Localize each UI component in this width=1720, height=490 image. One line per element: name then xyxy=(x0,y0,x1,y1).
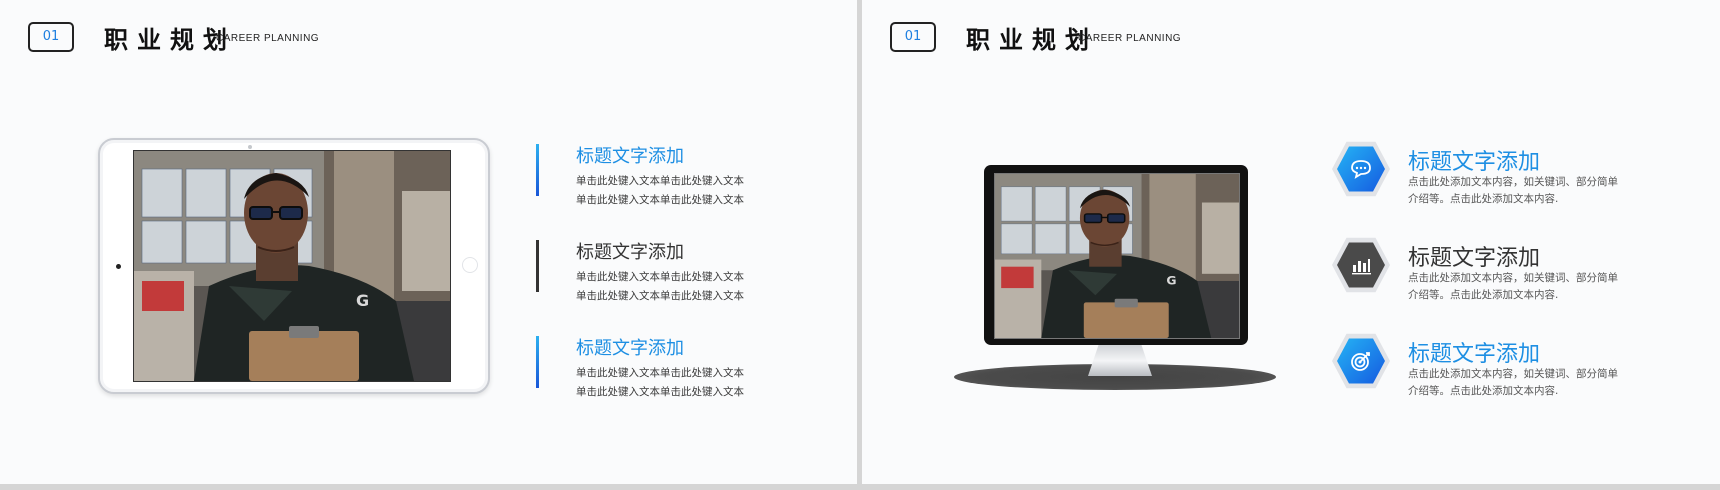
slide-right: 01 职业规划 CAREER PLANNING G 标题文字添加 点击此处添加文… xyxy=(862,0,1720,484)
monitor-frame: G xyxy=(984,165,1248,345)
tablet-home-button xyxy=(462,257,478,273)
left-item-title: 标题文字添加 xyxy=(576,338,684,359)
right-item-title: 标题文字添加 xyxy=(1408,246,1541,271)
section-badge: 01 xyxy=(890,22,936,52)
body-line: 单击此处键入文本单击此处键入文本 xyxy=(576,194,744,206)
body-line: 点击此处添加文本内容，如关键词、部分简单 xyxy=(1408,368,1618,380)
tablet-frame: G xyxy=(98,138,490,394)
left-item-body: 单击此处键入文本单击此处键入文本 单击此处键入文本单击此处键入文本 xyxy=(576,364,776,402)
body-line: 介绍等。点击此处添加文本内容. xyxy=(1408,193,1559,205)
bar-chart-icon xyxy=(1332,237,1390,293)
photo-man-clipboard[interactable]: G xyxy=(134,151,450,381)
accent-bar xyxy=(536,336,539,388)
right-item-body: 点击此处添加文本内容，如关键词、部分简单 介绍等。点击此处添加文本内容. xyxy=(1408,174,1638,208)
tablet-camera-dot xyxy=(248,145,252,149)
section-badge: 01 xyxy=(28,22,74,52)
page-subtitle: CAREER PLANNING xyxy=(1078,33,1182,44)
body-line: 介绍等。点击此处添加文本内容. xyxy=(1408,385,1559,397)
monitor-stand xyxy=(1088,342,1152,376)
body-line: 单击此处键入文本单击此处键入文本 xyxy=(576,367,744,379)
left-item-title: 标题文字添加 xyxy=(576,146,684,167)
accent-bar xyxy=(536,240,539,292)
target-icon xyxy=(1332,333,1390,389)
right-item-body: 点击此处添加文本内容，如关键词、部分简单 介绍等。点击此处添加文本内容. xyxy=(1408,270,1638,304)
body-line: 单击此处键入文本单击此处键入文本 xyxy=(576,175,744,187)
jersey-logo: G xyxy=(1166,274,1176,287)
slide-left: 01 职业规划 CAREER PLANNING G 标题文字添加 单击此处键入文… xyxy=(0,0,857,484)
right-item-title: 标题文字添加 xyxy=(1408,342,1541,367)
monitor-screen: G xyxy=(994,173,1240,339)
chat-bubble-icon xyxy=(1332,141,1390,197)
jersey-logo: G xyxy=(356,291,369,310)
body-line: 介绍等。点击此处添加文本内容. xyxy=(1408,289,1559,301)
accent-bar xyxy=(536,144,539,196)
left-item-body: 单击此处键入文本单击此处键入文本 单击此处键入文本单击此处键入文本 xyxy=(576,268,776,306)
body-line: 点击此处添加文本内容，如关键词、部分简单 xyxy=(1408,272,1618,284)
tablet-screen: G xyxy=(133,150,451,382)
right-item-title: 标题文字添加 xyxy=(1408,150,1541,175)
body-line: 单击此处键入文本单击此处键入文本 xyxy=(576,271,744,283)
body-line: 单击此处键入文本单击此处键入文本 xyxy=(576,386,744,398)
tablet-side-dot xyxy=(116,264,121,269)
left-item-title: 标题文字添加 xyxy=(576,242,684,263)
photo-man-clipboard[interactable]: G xyxy=(995,174,1239,338)
page-subtitle: CAREER PLANNING xyxy=(216,33,320,44)
left-item-body: 单击此处键入文本单击此处键入文本 单击此处键入文本单击此处键入文本 xyxy=(576,172,776,210)
body-line: 单击此处键入文本单击此处键入文本 xyxy=(576,290,744,302)
body-line: 点击此处添加文本内容，如关键词、部分简单 xyxy=(1408,176,1618,188)
right-item-body: 点击此处添加文本内容，如关键词、部分简单 介绍等。点击此处添加文本内容. xyxy=(1408,366,1638,400)
